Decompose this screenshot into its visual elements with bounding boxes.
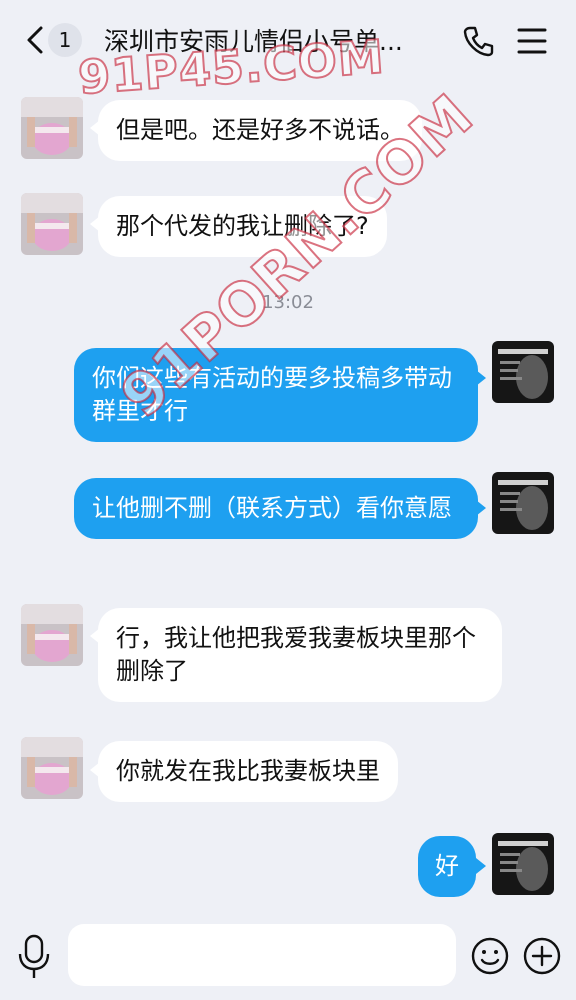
message-bubble-outgoing[interactable]: 让他删不删（联系方式）看你意愿 [74, 478, 478, 539]
emoji-button[interactable] [470, 936, 510, 976]
message-bubble-outgoing[interactable]: 好 [418, 836, 476, 897]
bubble-tail [476, 500, 486, 516]
menu-button[interactable] [516, 26, 548, 56]
contact-avatar[interactable] [21, 604, 83, 666]
user-avatar[interactable] [492, 833, 554, 895]
menu-icon [517, 28, 547, 54]
plus-icon [523, 937, 561, 975]
message-timestamp: 13:02 [262, 292, 314, 313]
message-bubble-incoming[interactable]: 那个代发的我让删除了? [98, 196, 387, 257]
contact-avatar[interactable] [21, 97, 83, 159]
user-avatar[interactable] [492, 472, 554, 534]
bubble-tail [476, 370, 486, 386]
user-avatar[interactable] [492, 341, 554, 403]
message-input-bar [0, 912, 576, 1000]
emoji-icon [471, 937, 509, 975]
unread-count-badge[interactable]: 1 [48, 23, 82, 57]
message-bubble-incoming[interactable]: 但是吧。还是好多不说话。 [98, 100, 422, 161]
voice-button[interactable] [16, 934, 52, 980]
bubble-tail [476, 858, 486, 874]
phone-icon [463, 26, 494, 57]
call-button[interactable] [462, 24, 496, 58]
back-button[interactable] [20, 22, 50, 58]
microphone-icon [18, 934, 50, 978]
plus-button[interactable] [522, 936, 562, 976]
contact-avatar[interactable] [21, 737, 83, 799]
message-bubble-incoming[interactable]: 你就发在我比我妻板块里 [98, 741, 398, 802]
message-bubble-outgoing[interactable]: 你们这些有活动的要多投稿多带动群里才行 [74, 348, 478, 442]
chat-header: 1 深圳市安雨儿情侣小号单... [0, 0, 576, 84]
message-bubble-incoming[interactable]: 行，我让他把我爱我妻板块里那个删除了 [98, 608, 502, 702]
contact-avatar[interactable] [21, 193, 83, 255]
back-arrow-icon [27, 26, 43, 54]
message-input[interactable] [68, 924, 456, 986]
chat-title: 深圳市安雨儿情侣小号单... [104, 27, 403, 56]
